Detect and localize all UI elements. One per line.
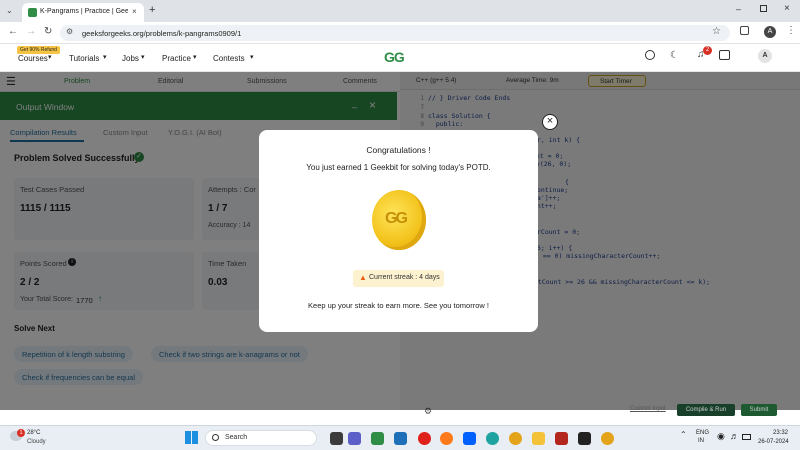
browser-tab[interactable]: K-Pangrams | Practice | GeeksforGeeks × [22,3,144,22]
forward-icon[interactable]: → [26,26,36,37]
modal-subtitle: You just earned 1 Geekbit for solving to… [306,163,491,172]
new-tab-button[interactable]: + [149,4,155,16]
tab-close-icon[interactable]: × [132,7,137,16]
chevron-down-icon: ▾ [48,54,52,61]
chrome-icon[interactable] [601,432,614,445]
extensions-icon[interactable] [740,26,749,35]
editor-footer: Custom Input Compile & Run Submit [400,404,800,418]
modal-footer-text: Keep up your streak to earn more. See yo… [308,301,489,310]
site-info-icon[interactable]: ⚙ [66,27,73,36]
streak-text: Current streak : 4 days [369,274,440,281]
taskbar-search-label: Search [225,434,248,441]
windows-start-icon[interactable] [185,431,198,444]
nav-courses[interactable]: Courses [18,54,48,63]
search-icon [212,434,219,441]
gfg-favicon-icon [28,8,37,17]
custom-input-link[interactable]: Custom Input [630,406,666,412]
compile-run-button[interactable]: Compile & Run [677,404,735,416]
geekbit-coin-icon: GG [372,190,426,250]
user-avatar[interactable]: A [758,49,772,63]
firefox-icon[interactable] [440,432,453,445]
weather-temp: 28°C [27,430,41,436]
battery-icon[interactable] [742,434,751,440]
promo-badge: Get 90% Refund [17,46,60,54]
nav-contests[interactable]: Contests [213,54,245,63]
nav-practice[interactable]: Practice [162,54,191,63]
bookmark-star-icon[interactable]: ☆ [712,26,721,37]
search-icon[interactable] [645,50,655,60]
url-text: geeksforgeeks.org/problems/k-pangrams090… [82,29,242,38]
taskbar-search[interactable]: Search [205,430,317,446]
reload-icon[interactable]: ↻ [44,26,52,37]
coin-logo: GG [385,210,408,227]
nav-tutorials[interactable]: Tutorials [69,54,99,63]
url-field[interactable]: ⚙ geeksforgeeks.org/problems/k-pangrams0… [60,25,730,41]
weather-desc: Cloudy [27,439,46,445]
dropbox-icon[interactable] [463,432,476,445]
weather-badge: 1 [17,429,25,437]
edge-icon[interactable] [486,432,499,445]
app-icon[interactable] [555,432,568,445]
minimize-window-button[interactable]: – [736,4,741,14]
chevron-down-icon: ▾ [103,54,107,61]
tab-title: K-Pangrams | Practice | GeeksforGeeks [40,8,128,15]
browser-tab-bar: ⌄ K-Pangrams | Practice | GeeksforGeeks … [0,0,800,22]
close-window-button[interactable]: × [784,3,790,14]
app-icon[interactable] [371,432,384,445]
submit-button[interactable]: Submit [741,404,777,416]
modal-title: Congratulations ! [366,145,431,155]
chevron-down-icon: ▾ [250,54,254,61]
translate-icon[interactable] [719,50,730,60]
chevron-down-icon: ▾ [141,54,145,61]
browser-menu-icon[interactable]: ⋮ [786,25,796,36]
language-bottom[interactable]: IN [698,438,704,444]
opera-icon[interactable] [418,432,431,445]
gfg-logo[interactable]: GG [384,49,405,65]
clock-time[interactable]: 23:32 [773,430,788,436]
dark-mode-icon[interactable]: ☾ [670,50,679,61]
windows-taskbar: 1 28°C Cloudy Search ⌃ ENG IN ◉ ♬ 23:32 … [0,425,800,450]
profile-avatar[interactable]: A [764,26,776,38]
site-header: Get 90% Refund Courses ▾ Tutorials ▾ Job… [0,44,800,72]
address-bar: ← → ↻ ⚙ geeksforgeeks.org/problems/k-pan… [0,22,800,44]
modal-close-button[interactable]: × [542,114,558,130]
app-icon[interactable] [394,432,407,445]
fire-icon: ▲ [359,273,367,282]
congratulations-modal: Congratulations ! You just earned 1 Geek… [259,130,538,332]
task-view-icon[interactable] [330,432,343,445]
wifi-icon[interactable]: ◉ [717,431,725,442]
language-top[interactable]: ENG [696,430,709,436]
chevron-down-icon: ▾ [193,54,197,61]
teams-chat-icon[interactable] [348,432,361,445]
tab-search-icon[interactable]: ⌄ [6,6,13,15]
back-icon[interactable]: ← [8,26,18,37]
file-explorer-icon[interactable] [532,432,545,445]
notification-count-badge: 2 [703,46,712,55]
app-icon[interactable] [578,432,591,445]
clock-date[interactable]: 26-07-2024 [758,439,789,445]
chrome-icon[interactable] [509,432,522,445]
maximize-window-button[interactable] [760,5,767,12]
streak-badge: ▲ Current streak : 4 days [353,270,444,287]
nav-jobs[interactable]: Jobs [122,54,139,63]
volume-icon[interactable]: ♬ [730,431,739,441]
show-hidden-icons[interactable]: ⌃ [680,430,687,439]
